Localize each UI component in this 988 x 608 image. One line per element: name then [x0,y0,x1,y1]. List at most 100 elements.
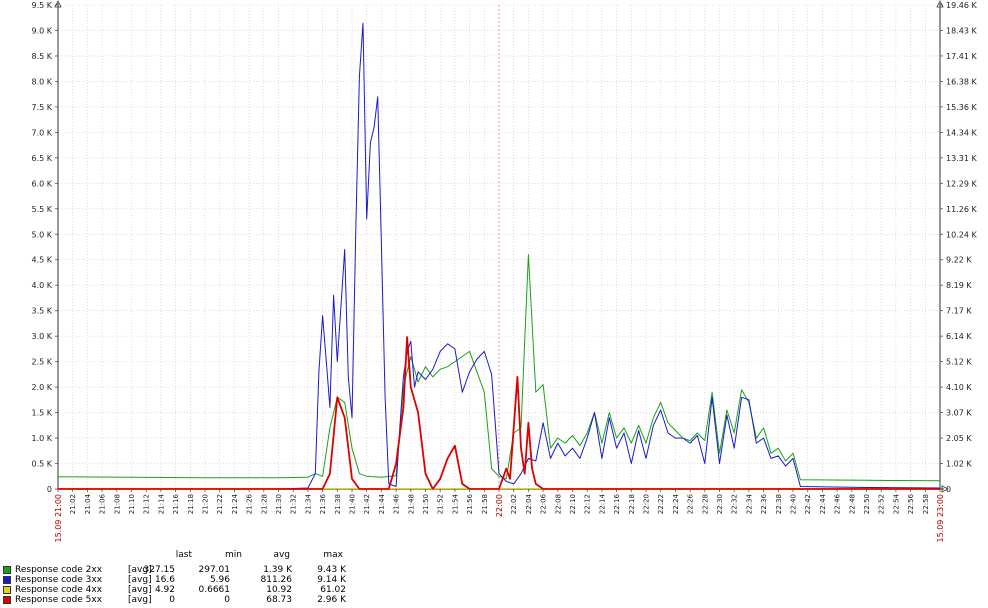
y-left-tick-label: 1.5 K [31,409,52,418]
x-tick-label: 21:12 [143,494,151,514]
x-major-tick-label: 15.09 21:00 [54,494,63,543]
x-tick-label: 22:10 [569,494,577,514]
x-tick-label: 22:06 [540,493,548,514]
legend-series-name: Response code 4xx [15,585,103,595]
y-left-tick-label: 6.5 K [31,154,52,163]
x-tick-label: 21:30 [275,494,283,514]
x-tick-label: 22:28 [701,494,709,514]
legend-min: 0.6661 [198,585,231,595]
x-tick-label: 22:24 [672,493,680,514]
x-tick-label: 22:32 [731,494,739,514]
y-right-tick-label: 11.26 K [946,205,977,214]
x-tick-label: 21:36 [319,493,327,514]
y-left-tick-label: 2.5 K [31,358,52,367]
legend-avg: 10.92 [266,585,292,595]
y-right-tick-label: 5.12 K [946,358,972,367]
x-tick-label: 21:38 [334,494,342,514]
x-tick-label: 22:36 [760,493,768,514]
y-left-tick-label: 6.0 K [31,179,52,188]
legend-header-max: max [323,550,343,560]
y-left-tick-label: 0.5 K [31,460,52,469]
x-tick-label: 22:04 [525,493,533,514]
y-left-tick-label: 4.0 K [31,281,52,290]
x-tick-label: 21:28 [260,494,268,514]
y-right-tick-label: 2.05 K [946,434,972,443]
y-left-tick-label: 8.0 K [31,77,52,86]
x-major-tick-label: 15.09 23:00 [936,494,945,543]
legend-avg: 1.39 K [263,565,292,575]
x-tick-label: 21:14 [157,493,165,514]
x-major-tick-label: 22:00 [495,494,504,517]
x-tick-label: 21:18 [187,494,195,514]
x-tick-label: 21:26 [246,493,254,514]
legend-series-name: Response code 3xx [15,575,103,585]
legend-row-3xx: Response code 3xx [avg] 16.6 5.96 811.26… [3,575,363,585]
x-tick-label: 22:30 [716,494,724,514]
y-left-tick-label: 7.0 K [31,128,52,137]
legend-series-name: Response code 2xx [15,565,103,575]
x-tick-label: 21:20 [202,494,210,514]
legend-max: 2.96 K [317,595,346,605]
y-right-tick-label: 4.10 K [946,383,972,392]
y-left-tick-label: 4.5 K [31,256,52,265]
x-tick-label: 21:44 [378,493,386,514]
y-left-tick-label: 8.5 K [31,52,52,61]
x-tick-label: 22:12 [584,494,592,514]
x-tick-label: 21:52 [437,494,445,514]
y-right-tick-label: 10.24 K [946,230,977,239]
x-tick-label: 22:34 [745,493,753,514]
y-left-tick-label: 5.5 K [31,205,52,214]
legend-header-min: min [225,550,242,560]
x-tick-label: 21:08 [113,494,121,514]
y-right-tick-label: 9.22 K [946,256,972,265]
y-right-tick-label: 1.02 K [946,460,972,469]
x-tick-label: 22:46 [834,493,842,514]
legend-header-avg: avg [273,550,290,560]
x-tick-label: 22:48 [848,494,856,514]
y-right-tick-label: 7.17 K [946,307,972,316]
legend-avg: 811.26 [260,575,293,585]
legend-max: 9.14 K [317,575,346,585]
x-tick-label: 22:54 [892,493,900,514]
x-tick-label: 22:52 [878,494,886,514]
y-left-tick-label: 5.0 K [31,230,52,239]
x-tick-label: 21:42 [363,494,371,514]
y-right-tick-label: 16.38 K [946,77,977,86]
legend-max: 61.02 [320,585,346,595]
legend-last: 4.92 [154,585,175,595]
x-tick-label: 22:26 [687,493,695,514]
x-tick-label: 22:14 [598,493,606,514]
y-left-tick-label: 0 [47,485,52,494]
legend-swatch [3,596,11,604]
x-tick-label: 21:04 [84,493,92,514]
legend-swatch [3,566,11,574]
y-right-tick-label: 3.07 K [946,409,972,418]
x-tick-label: 22:56 [907,493,915,514]
legend-avg: 68.73 [266,595,292,605]
x-tick-label: 21:54 [451,493,459,514]
x-tick-label: 22:22 [657,494,665,514]
x-tick-label: 22:20 [643,494,651,514]
y-right-tick-label: 14.34 K [946,128,977,137]
y-right-tick-label: 19.46 K [946,1,977,10]
x-tick-label: 21:10 [128,494,136,514]
x-tick-label: 21:02 [69,494,77,514]
x-tick-label: 22:16 [613,493,621,514]
legend-last: 327.15 [143,565,176,575]
x-tick-label: 22:44 [819,493,827,514]
x-tick-label: 22:08 [554,494,562,514]
y-left-tick-label: 1.0 K [31,434,52,443]
legend-min: 5.96 [209,575,230,585]
legend-row-4xx: Response code 4xx [avg] 4.92 0.6661 10.9… [3,585,363,595]
y-left-tick-label: 9.0 K [31,26,52,35]
legend-series-name: Response code 5xx [15,595,103,605]
x-tick-label: 21:50 [422,494,430,514]
x-tick-label: 21:24 [231,493,239,514]
x-tick-label: 21:58 [481,494,489,514]
legend-max: 9.43 K [317,565,346,575]
y-left-tick-label: 3.0 K [31,332,52,341]
x-tick-label: 21:22 [216,494,224,514]
y-right-tick-label: 6.14 K [946,332,972,341]
x-tick-label: 21:46 [393,493,401,514]
y-left-tick-label: 7.5 K [31,103,52,112]
